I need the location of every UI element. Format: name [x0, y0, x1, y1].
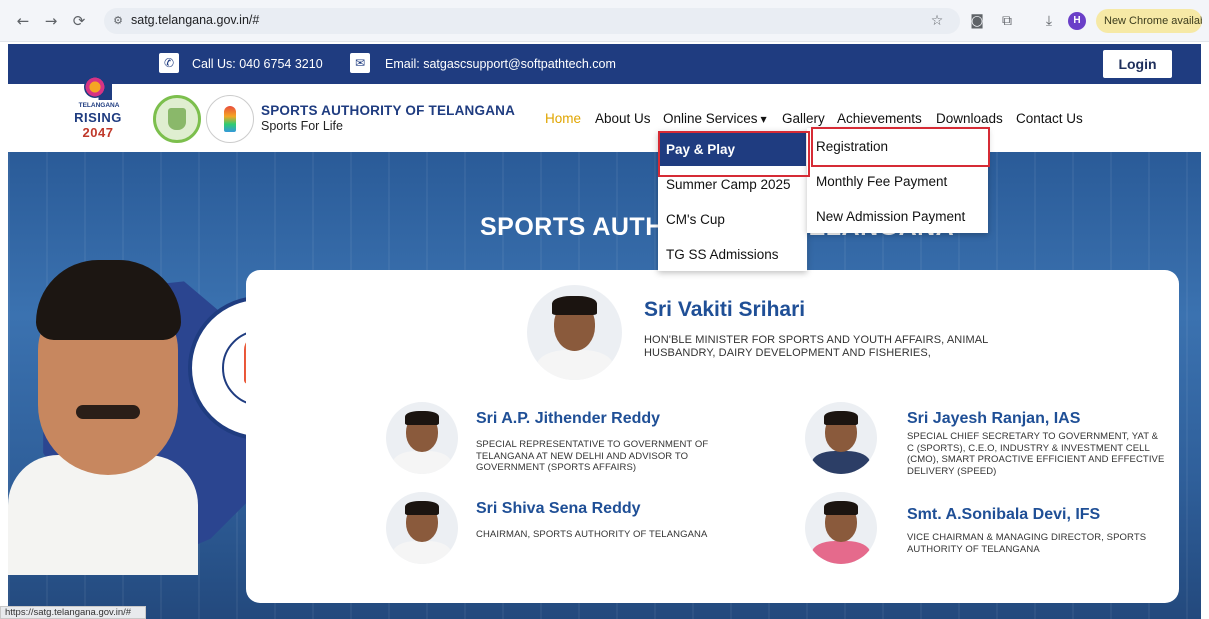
rising-circle-emblem [84, 76, 106, 98]
login-button[interactable]: Login [1103, 50, 1172, 78]
nav-downloads[interactable]: Downloads [936, 111, 1003, 126]
phone-icon: ✆ [159, 53, 179, 73]
official-name-4: Sri Shiva Sena Reddy [476, 500, 641, 517]
official-name-5: Smt. A.Sonibala Devi, IFS [907, 506, 1101, 523]
avatar-hair [404, 500, 440, 516]
submenu-item-monthly-fee[interactable]: Monthly Fee Payment [816, 174, 947, 189]
menu-item-cms-cup[interactable]: CM's Cup [666, 212, 725, 227]
official-name-3: Sri Jayesh Ranjan, IAS [907, 410, 1081, 427]
avatar-hair [823, 410, 859, 426]
avatar-hair [551, 296, 598, 316]
nav-contact-us[interactable]: Contact Us [1016, 111, 1083, 126]
forward-icon[interactable]: → [42, 12, 60, 30]
rising-line2: RISING [74, 110, 122, 125]
menu-item-summer-camp[interactable]: Summer Camp 2025 [666, 177, 791, 192]
avatar-vakiti-srihari [527, 285, 622, 380]
back-icon[interactable]: ← [14, 12, 32, 30]
nav-gallery[interactable]: Gallery [782, 111, 825, 126]
caret-down-icon: ▼ [760, 114, 767, 124]
nav-about-us[interactable]: About Us [595, 111, 651, 126]
nav-online-services[interactable]: Online Services ▼ [663, 111, 767, 126]
menu-item-tg-ss-admissions[interactable]: TG SS Admissions [666, 247, 779, 262]
official-desc-5: VICE CHAIRMAN & MANAGING DIRECTOR, SPORT… [907, 532, 1147, 555]
telangana-govt-emblem [153, 95, 201, 143]
camera-icon[interactable]: ◙ [968, 12, 986, 30]
avatar-body [536, 349, 613, 380]
avatar-jithender-reddy [386, 402, 458, 474]
status-bar-url: https://satg.telangana.gov.in/# [0, 606, 146, 619]
nav-online-services-label: Online Services [663, 111, 758, 126]
extensions-icon[interactable]: ⧉ [998, 12, 1016, 30]
official-desc-4: CHAIRMAN, SPORTS AUTHORITY OF TELANGANA [476, 529, 708, 540]
download-icon[interactable]: ⤓ [1040, 12, 1058, 30]
sat-emblem [206, 95, 254, 143]
avatar-hair [823, 500, 859, 516]
rising-line3: 2047 [82, 125, 114, 140]
official-desc-1: HON'BLE MINISTER FOR SPORTS AND YOUTH AF… [644, 334, 988, 359]
phone-text: Call Us: 040 6754 3210 [192, 57, 323, 71]
url-text[interactable]: satg.telangana.gov.in/# [131, 13, 259, 27]
photo-moustache [76, 405, 140, 419]
official-name-1: Sri Vakiti Srihari [644, 298, 806, 321]
official-name-2: Sri A.P. Jithender Reddy [476, 410, 661, 427]
email-text[interactable]: Email: satgascsupport@softpathtech.com [385, 57, 616, 71]
mail-icon: ✉ [350, 53, 370, 73]
rising-line1: TELANGANA [78, 102, 120, 109]
reload-icon[interactable]: ⟳ [70, 12, 88, 30]
nav-home[interactable]: Home [545, 111, 581, 126]
highlight-pay-and-play [658, 131, 810, 177]
nav-achievements[interactable]: Achievements [837, 111, 922, 126]
official-desc-3: SPECIAL CHIEF SECRETARY TO GOVERNMENT, Y… [907, 431, 1165, 477]
site-info-icon[interactable]: ⚙ [110, 13, 126, 29]
avatar-jayesh-ranjan [805, 402, 877, 474]
avatar-body [812, 540, 870, 564]
highlight-registration [811, 127, 990, 167]
submenu-item-new-admission[interactable]: New Admission Payment [816, 209, 965, 224]
update-button[interactable]: New Chrome available [1096, 9, 1202, 33]
avatar-sonibala-devi [805, 492, 877, 564]
avatar-body [393, 540, 451, 564]
org-name[interactable]: SPORTS AUTHORITY OF TELANGANA [261, 103, 515, 118]
telangana-rising-logo[interactable]: TELANGANA RISING 2047 [72, 50, 124, 145]
org-tagline: Sports For Life [261, 119, 343, 133]
star-icon[interactable]: ☆ [928, 12, 946, 30]
avatar-hair [404, 410, 440, 426]
avatar-body [393, 450, 451, 474]
photo-hair [36, 260, 181, 340]
official-desc-2: SPECIAL REPRESENTATIVE TO GOVERNMENT OF … [476, 439, 709, 473]
profile-avatar[interactable]: H [1068, 12, 1086, 30]
avatar-shiva-sena-reddy [386, 492, 458, 564]
chief-minister-photo [8, 255, 198, 575]
avatar-body [812, 450, 870, 474]
